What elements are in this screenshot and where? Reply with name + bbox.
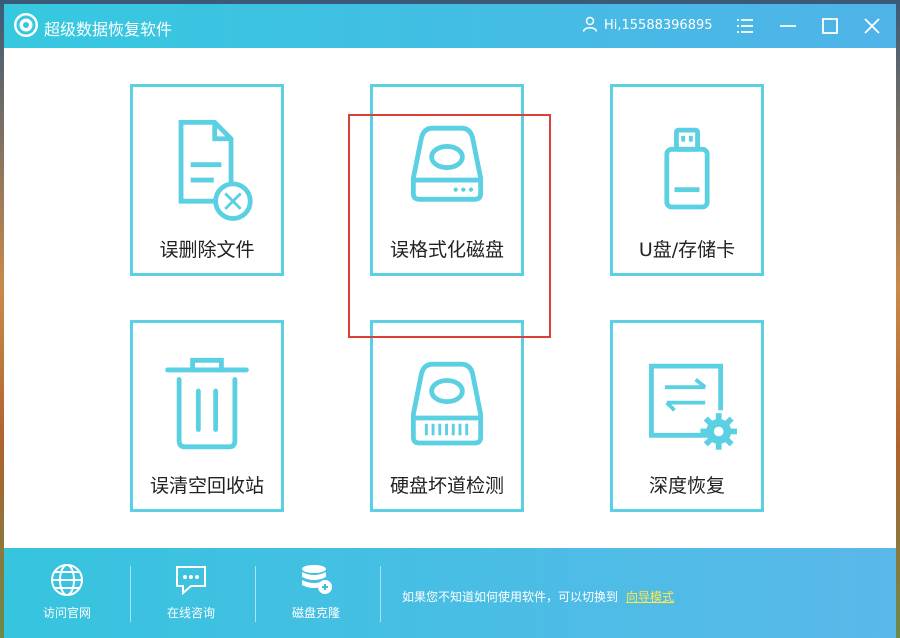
tile-label: 硬盘坏道检测: [389, 475, 504, 497]
tile-label: U盘/存储卡: [638, 239, 736, 261]
tile-recycle-bin[interactable]: 误清空回收站: [130, 320, 284, 512]
tile-label: 误删除文件: [159, 239, 255, 261]
disk-clone-label: 磁盘克隆: [291, 606, 340, 620]
footer-divider: [130, 566, 131, 622]
tile-usb-card[interactable]: U盘/存储卡: [610, 84, 764, 276]
app-title: 超级数据恢复软件: [44, 20, 173, 39]
recycle-bin-icon: [165, 357, 249, 450]
hard-disk-check-icon: [410, 361, 484, 446]
user-name: Hi,15588396895: [604, 18, 713, 33]
usb-drive-icon: [664, 127, 710, 210]
minimize-icon: [780, 25, 796, 27]
disk-clone-button[interactable]: 磁盘克隆: [271, 560, 361, 630]
disk-clone-icon: [302, 565, 332, 594]
maximize-icon: [822, 18, 838, 34]
app-logo-icon: [14, 13, 38, 37]
tile-label: 深度恢复: [648, 475, 725, 497]
footer-divider: [380, 566, 381, 622]
tile-label: 误清空回收站: [149, 475, 264, 497]
close-button[interactable]: [860, 14, 884, 38]
tile-disk-check[interactable]: 硬盘坏道检测: [370, 320, 524, 512]
maximize-button[interactable]: [818, 14, 842, 38]
help-hint-text: 如果您不知道如何使用软件，可以切换到: [402, 590, 619, 604]
tile-deep-recovery[interactable]: 深度恢复: [610, 320, 764, 512]
selection-highlight: [348, 114, 551, 338]
wizard-mode-link[interactable]: 向导模式: [626, 590, 674, 604]
chat-icon: [176, 566, 206, 596]
menu-button[interactable]: [732, 14, 756, 38]
close-icon: [864, 18, 880, 34]
app-window: 超级数据恢复软件 Hi,15588396895 误删除文件 误格式化磁盘 U盘/…: [4, 4, 896, 638]
online-consult-button[interactable]: 在线咨询: [146, 560, 236, 630]
visit-website-button[interactable]: 访问官网: [22, 560, 112, 630]
online-consult-label: 在线咨询: [166, 606, 215, 620]
title-bar: 超级数据恢复软件 Hi,15588396895: [4, 4, 896, 48]
globe-icon: [51, 564, 83, 596]
tile-deleted-files[interactable]: 误删除文件: [130, 84, 284, 276]
footer-bar: 访问官网 在线咨询 磁盘克隆 如果您不知道如何使用软件，可以切换到 向导模式: [4, 548, 896, 638]
visit-website-label: 访问官网: [42, 606, 91, 620]
user-icon: [582, 16, 598, 32]
help-hint: 如果您不知道如何使用软件，可以切换到 向导模式: [402, 588, 674, 605]
deep-recovery-icon: [649, 363, 737, 450]
user-account[interactable]: Hi,15588396895: [582, 16, 713, 33]
footer-divider: [255, 566, 256, 622]
menu-icon: [737, 19, 753, 33]
main-content: 误删除文件 误格式化磁盘 U盘/存储卡 误清空回收站 硬盘坏道检测 深度恢复: [4, 48, 896, 548]
deleted-file-icon: [178, 120, 253, 221]
minimize-button[interactable]: [776, 14, 800, 38]
